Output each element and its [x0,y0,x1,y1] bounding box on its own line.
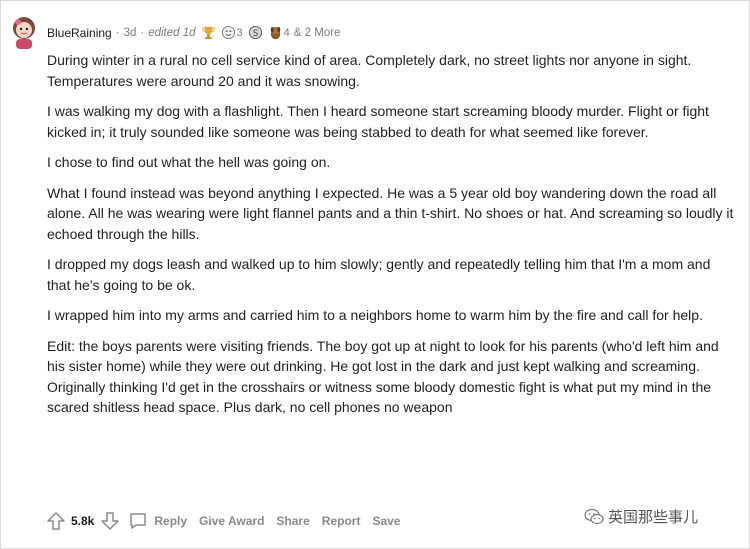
wechat-icon [584,508,604,524]
reply-label: Reply [154,514,188,528]
dog-award-count: 4 [283,26,290,39]
silver-award-icon[interactable]: S [248,25,263,40]
upvote-icon[interactable] [46,511,66,531]
tear-award-icon[interactable]: 3 [221,25,243,40]
downvote-icon[interactable] [100,511,120,531]
reply-button[interactable]: Reply [128,511,187,531]
watermark: 英国那些事儿 [584,506,698,527]
vote-score: 5.8k [71,514,95,528]
more-awards-link[interactable]: & 2 More [294,27,341,39]
trophy-award-icon[interactable] [201,25,216,40]
comment-paragraph: Edit: the boys parents were visiting fri… [47,337,719,416]
give-award-button[interactable]: Give Award [199,514,264,528]
user-avatar[interactable] [8,14,40,50]
report-button[interactable]: Report [322,514,361,528]
username-link[interactable]: BlueRaining [47,26,112,40]
comment-bubble-icon [130,513,147,529]
edited-label: edited 1d [148,26,196,39]
comment-body: During winter in a rural no cell service… [47,50,737,428]
comment-age: 3d [123,26,137,39]
watermark-text: 英国那些事儿 [608,509,699,526]
save-button[interactable]: Save [372,514,400,528]
meta-separator: · [140,26,145,39]
share-button[interactable]: Share [276,514,309,528]
meta-separator: · [115,26,120,39]
comment-paragraph: During winter in a rural no cell service… [47,52,692,89]
comment-paragraph: I wrapped him into my arms and carried h… [47,307,703,323]
comment-meta: BlueRaining · 3d · edited 1d 3 S 4 & 2 M… [47,25,340,40]
tear-award-count: 3 [236,26,243,39]
comment-paragraph: I was walking my dog with a flashlight. … [47,103,709,140]
comment-paragraph: I dropped my dogs leash and walked up to… [47,256,711,293]
comment-header [8,14,40,50]
dog-award-icon[interactable]: 4 [268,25,290,40]
comment-actions: 5.8k Reply Give Award Share Report Save [46,511,412,531]
svg-text:S: S [252,28,257,38]
comment-paragraph: I chose to find out what the hell was go… [47,154,331,170]
comment-paragraph: What I found instead was beyond anything… [47,184,734,242]
